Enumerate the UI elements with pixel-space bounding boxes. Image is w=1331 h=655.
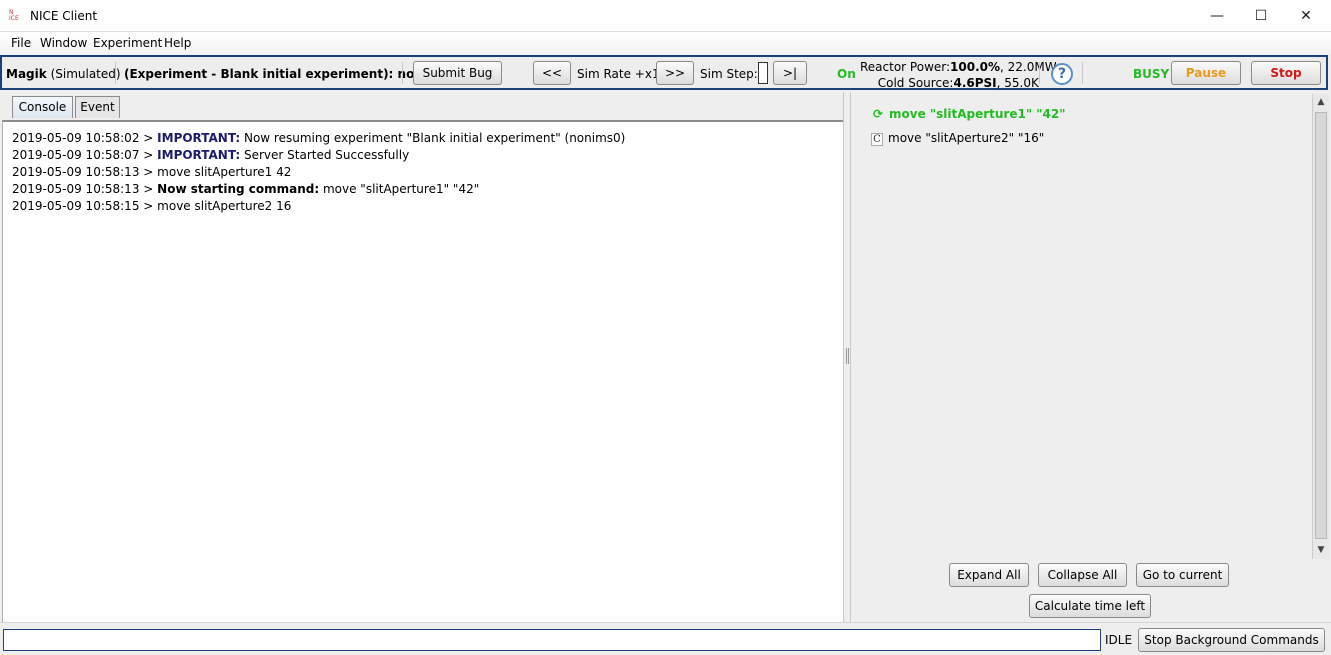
command-queue-pane: ⟳ move "slitAperture1" "42" Cmove "slitAp… [851,92,1331,622]
log-timestamp: 2019-05-09 10:58:15 > [12,199,154,213]
log-line: 2019-05-09 10:58:13 > Now starting comma… [12,182,479,196]
sim-step-field[interactable] [758,62,768,84]
queue-item[interactable]: Cmove "slitAperture2" "16" [871,131,1044,146]
console-pane: Console Event 2019-05-09 10:58:02 > IMPO… [0,92,843,622]
toolbar-divider [1082,62,1083,84]
cold-source-value: 4.6PSI [953,76,997,90]
collapse-all-button[interactable]: Collapse All [1038,563,1127,587]
log-text: move slitAperture2 16 [157,199,292,213]
status-toolbar: Magik (Simulated) (Experiment - Blank in… [0,55,1328,90]
log-label: IMPORTANT: [157,131,241,145]
menu-bar: File Window Experiment Help [0,32,1331,54]
console-log[interactable]: 2019-05-09 10:58:02 > IMPORTANT: Now res… [2,120,843,622]
queue-item-running[interactable]: ⟳ move "slitAperture1" "42" [871,107,1066,121]
reactor-status: Reactor Power:100.0%, 22.0MW Cold Source… [860,59,1057,91]
menu-help[interactable]: Help [164,36,191,50]
nice-client-window: N ICE NICE Client — ☐ ✕ File Window Exper… [0,0,1331,655]
log-text: move "slitAperture1" "42" [319,182,480,196]
log-text: Now resuming experiment "Blank initial e… [240,131,626,145]
cold-source-extra: , 55.0K [996,76,1039,90]
log-timestamp: 2019-05-09 10:58:02 > [12,131,154,145]
log-text: move slitAperture1 42 [157,165,292,179]
instrument-label: Magik (Simulated) [6,67,121,81]
command-icon: C [871,133,883,146]
toolbar-divider [115,62,116,84]
sim-step-label: Sim Step: [700,67,758,81]
submit-bug-button[interactable]: Submit Bug [413,61,502,85]
tab-console[interactable]: Console [12,96,73,118]
menu-window[interactable]: Window [40,36,87,50]
sim-step-button[interactable]: >| [773,61,807,85]
calculate-time-left-button[interactable]: Calculate time left [1029,594,1151,618]
go-to-current-button[interactable]: Go to current [1136,563,1229,587]
nice-logo-icon: N ICE [9,9,19,22]
log-timestamp: 2019-05-09 10:58:13 > [12,165,154,179]
log-text: Server Started Successfully [240,148,410,162]
busy-status: BUSY [1133,67,1170,81]
sim-rate-down-button[interactable]: << [533,61,571,85]
menu-file[interactable]: File [11,36,31,50]
tab-event[interactable]: Event [75,96,120,118]
queue-scrollbar[interactable]: ▲ ▼ [1312,94,1329,559]
close-button[interactable]: ✕ [1283,0,1329,32]
sim-rate-label: Sim Rate +x1 [577,67,660,81]
split-pane-divider[interactable] [843,92,851,622]
instrument-name: Magik [6,67,47,81]
cold-source-label: Cold Source: [877,76,954,90]
maximize-button[interactable]: ☐ [1238,0,1284,32]
stop-background-commands-button[interactable]: Stop Background Commands [1138,628,1325,652]
log-timestamp: 2019-05-09 10:58:13 > [12,182,154,196]
log-line: 2019-05-09 10:58:02 > IMPORTANT: Now res… [12,131,625,145]
reactor-power-extra: , 22.0MW [1000,60,1057,74]
reactor-power-value: 100.0% [950,60,1001,74]
log-label: IMPORTANT: [157,148,241,162]
expand-all-button[interactable]: Expand All [949,563,1029,587]
scroll-thumb[interactable] [1315,112,1327,539]
queue-item-text: move "slitAperture1" "42" [889,107,1066,121]
scroll-up-icon[interactable]: ▲ [1313,94,1329,110]
instrument-mode: (Simulated) [50,67,121,81]
scroll-down-icon[interactable]: ▼ [1313,542,1329,558]
log-line: 2019-05-09 10:58:07 > IMPORTANT: Server … [12,148,409,162]
stop-button[interactable]: Stop [1251,61,1321,85]
divider-grip-icon [846,348,849,364]
reactor-power-label: Reactor Power: [860,60,951,74]
help-icon[interactable]: ? [1051,63,1073,85]
minimize-button[interactable]: — [1194,0,1240,32]
idle-status: IDLE [1105,633,1133,647]
log-line: 2019-05-09 10:58:13 > move slitAperture1… [12,165,291,179]
pause-button[interactable]: Pause [1171,61,1241,85]
queue-item-text: move "slitAperture2" "16" [888,131,1045,145]
window-title: NICE Client [30,9,98,23]
refresh-icon: ⟳ [872,107,884,121]
log-line: 2019-05-09 10:58:15 > move slitAperture2… [12,199,291,213]
on-status: On [837,67,856,81]
log-timestamp: 2019-05-09 10:58:07 > [12,148,154,162]
sim-rate-up-button[interactable]: >> [656,61,694,85]
experiment-label: (Experiment - Blank initial experiment):… [124,67,455,81]
menu-experiment[interactable]: Experiment [93,36,162,50]
toolbar-divider [402,62,403,84]
log-label: Now starting command: [157,182,320,196]
toolbar-divider [1039,62,1040,84]
title-bar: N ICE NICE Client — ☐ ✕ [0,0,1331,32]
command-bar: IDLE Stop Background Commands [0,622,1331,655]
command-input[interactable] [3,629,1101,651]
